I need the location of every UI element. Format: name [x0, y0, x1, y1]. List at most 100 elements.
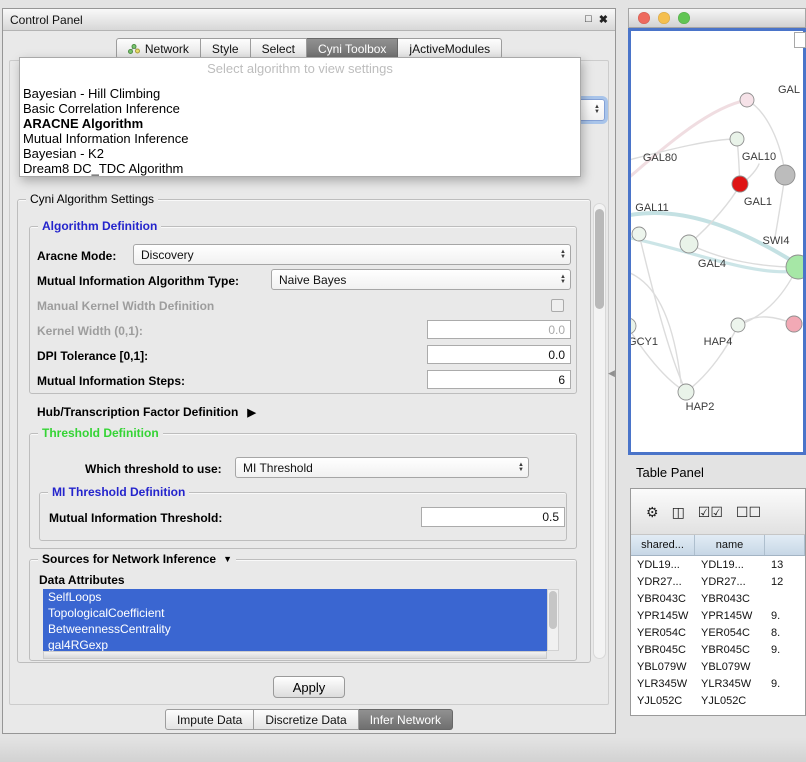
algorithm-option[interactable]: Bayesian - K2 [20, 146, 580, 161]
attributes-horizontal-scrollbar[interactable] [43, 651, 547, 659]
attribute-item[interactable]: gal4RGexp [43, 637, 547, 651]
table-row[interactable]: YDL19...YDL19...13 [631, 556, 805, 573]
panel-collapse-icon[interactable] [608, 368, 615, 379]
manual-kernel-width-checkbox[interactable] [551, 299, 564, 312]
control-panel-titlebar[interactable]: Control Panel □ ✖ [3, 9, 615, 31]
attribute-item[interactable]: SelfLoops [43, 589, 547, 605]
float-panel-icon[interactable]: □ [585, 13, 592, 26]
network-node[interactable] [632, 227, 646, 241]
table-cell[interactable]: YBR045C [631, 644, 695, 656]
which-threshold-combo[interactable]: MI Threshold [235, 457, 529, 478]
table-row[interactable]: YER054CYER054C8. [631, 624, 805, 641]
network-node[interactable] [740, 93, 754, 107]
table-row[interactable]: YDR27...YDR27...12 [631, 573, 805, 590]
mi-steps-field[interactable]: 6 [427, 370, 571, 389]
apply-button[interactable]: Apply [273, 676, 345, 698]
minimize-window-icon[interactable] [658, 12, 670, 24]
settings-scrollbar[interactable] [593, 203, 606, 659]
table-row[interactable]: YBR045CYBR045C9. [631, 641, 805, 658]
network-canvas[interactable]: GALGAL80GAL10GAL11GAL1SWI4GAL4GCY1HAP4HA… [628, 28, 806, 455]
network-node[interactable] [678, 384, 694, 400]
algorithm-option[interactable]: Basic Correlation Inference [20, 101, 580, 116]
attribute-item[interactable]: TopologicalCoefficient [43, 605, 547, 621]
tab-network[interactable]: Network [116, 38, 201, 59]
which-threshold-label: Which threshold to use: [85, 462, 222, 476]
mi-algorithm-type-combo[interactable]: Naive Bayes [271, 269, 571, 290]
table-cell[interactable]: 13 [765, 559, 805, 571]
tab-style[interactable]: Style [201, 38, 251, 59]
table-cell[interactable]: 9. [765, 678, 805, 690]
table-cell[interactable]: 9. [765, 644, 805, 656]
table-cell[interactable]: YBR043C [631, 593, 695, 605]
network-node[interactable] [775, 165, 795, 185]
network-node[interactable] [730, 132, 744, 146]
zoom-window-icon[interactable] [678, 12, 690, 24]
bottom-tab-infer-network[interactable]: Infer Network [359, 709, 453, 730]
table-cell[interactable]: 9. [765, 610, 805, 622]
column-header[interactable]: name [695, 535, 765, 555]
table-row[interactable]: YJL052CYJL052C [631, 692, 805, 709]
algorithm-option[interactable]: ARACNE Algorithm [20, 116, 580, 131]
bottom-tab-discretize-data[interactable]: Discretize Data [254, 709, 358, 730]
table-cell[interactable]: 12 [765, 576, 805, 588]
tab-select[interactable]: Select [251, 38, 307, 59]
table-cell[interactable]: YJL052C [695, 695, 765, 707]
table-cell[interactable]: YPR145W [695, 610, 765, 622]
deselect-all-rows-icon[interactable]: ☐☐ [736, 505, 761, 519]
table-row[interactable]: YPR145WYPR145W9. [631, 607, 805, 624]
table-row[interactable]: YBL079WYBL079W [631, 658, 805, 675]
tab-jactivemodules[interactable]: jActiveModules [398, 38, 502, 59]
sources-expander[interactable]: Sources for Network Inference [38, 552, 236, 566]
table-row[interactable]: YLR345WYLR345W9. [631, 675, 805, 692]
table-cell[interactable]: YBL079W [695, 661, 765, 673]
column-settings-icon[interactable]: ◫ [672, 505, 685, 519]
table-cell[interactable]: YDL19... [695, 559, 765, 571]
scrollbar-thumb[interactable] [595, 209, 604, 309]
hub-definition-expander[interactable]: Hub/Transcription Factor Definition [37, 405, 256, 419]
table-cell[interactable]: YDR27... [631, 576, 695, 588]
tab-cyni-toolbox[interactable]: Cyni Toolbox [307, 38, 398, 59]
network-node[interactable] [680, 235, 698, 253]
dpi-tolerance-field[interactable]: 0.0 [427, 345, 571, 364]
table-cell[interactable]: 8. [765, 627, 805, 639]
network-node[interactable] [631, 318, 636, 334]
table-header: shared...name [631, 535, 805, 556]
column-header[interactable] [765, 535, 805, 555]
minimized-panel-icon[interactable] [4, 744, 17, 757]
data-attributes-list[interactable]: SelfLoopsTopologicalCoefficientBetweenne… [43, 589, 547, 651]
tab-label: Select [262, 42, 295, 56]
attributes-vertical-scrollbar[interactable] [547, 589, 559, 651]
network-node[interactable] [732, 176, 748, 192]
network-node[interactable] [786, 316, 802, 332]
table-cell[interactable]: YBR043C [695, 593, 765, 605]
table-cell[interactable]: YDR27... [695, 576, 765, 588]
table-cell[interactable]: YBR045C [695, 644, 765, 656]
aracne-mode-combo[interactable]: Discovery [133, 244, 571, 265]
network-edge[interactable] [631, 100, 747, 181]
table-cell[interactable]: YPR145W [631, 610, 695, 622]
algorithm-option[interactable]: Dream8 DC_TDC Algorithm [20, 161, 580, 176]
table-row[interactable]: YBR043CYBR043C [631, 590, 805, 607]
scrollbar-thumb[interactable] [549, 591, 557, 629]
network-node[interactable] [731, 318, 745, 332]
table-cell[interactable]: YLR345W [695, 678, 765, 690]
kernel-width-field[interactable]: 0.0 [427, 320, 571, 339]
table-cell[interactable]: YBL079W [631, 661, 695, 673]
mi-threshold-field[interactable]: 0.5 [421, 507, 565, 527]
algorithm-option[interactable]: Mutual Information Inference [20, 131, 580, 146]
column-header[interactable]: shared... [631, 535, 695, 555]
close-window-icon[interactable] [638, 12, 650, 24]
algorithm-option[interactable]: Bayesian - Hill Climbing [20, 86, 580, 101]
table-cell[interactable]: YLR345W [631, 678, 695, 690]
table-cell[interactable]: YER054C [631, 627, 695, 639]
close-panel-icon[interactable]: ✖ [599, 13, 608, 26]
table-cell[interactable]: YDL19... [631, 559, 695, 571]
gear-icon[interactable]: ⚙ [646, 505, 659, 519]
network-edge[interactable] [689, 185, 740, 244]
network-window-titlebar[interactable] [628, 8, 806, 28]
attribute-item[interactable]: BetweennessCentrality [43, 621, 547, 637]
table-cell[interactable]: YJL052C [631, 695, 695, 707]
select-all-rows-icon[interactable]: ☑☑ [698, 505, 723, 519]
table-cell[interactable]: YER054C [695, 627, 765, 639]
bottom-tab-impute-data[interactable]: Impute Data [165, 709, 254, 730]
